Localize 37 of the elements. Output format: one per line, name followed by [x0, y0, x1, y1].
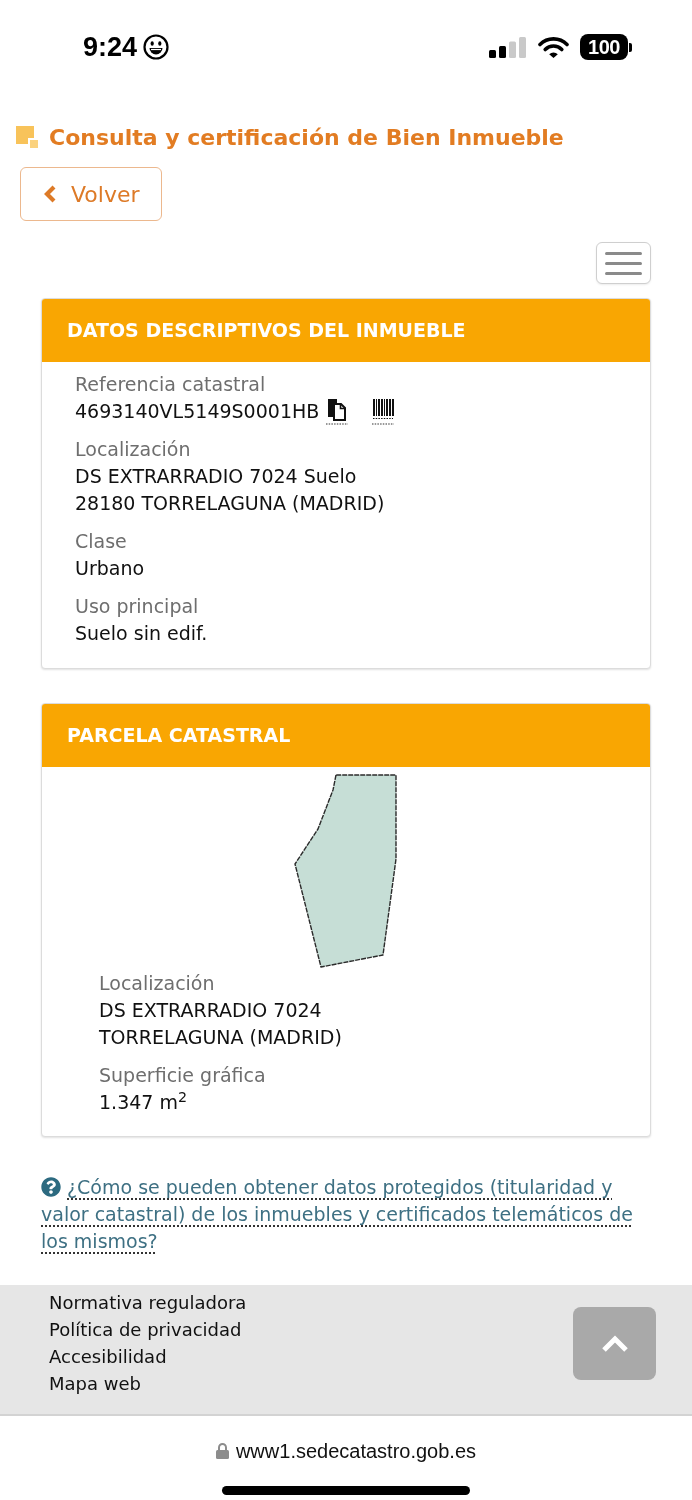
menu-icon — [605, 251, 642, 275]
help-question-icon — [41, 1177, 61, 1197]
field-value: 28180 TORRELAGUNA (MADRID) — [75, 491, 385, 516]
chevron-left-icon — [43, 185, 57, 203]
section-title: PARCELA CATASTRAL — [67, 723, 291, 749]
footer-link[interactable]: Accesibilidad — [49, 1343, 167, 1370]
chevron-up-icon — [600, 1334, 629, 1353]
status-time: 9:24 — [83, 33, 138, 61]
footer-link[interactable]: Política de privacidad — [49, 1316, 242, 1343]
lock-icon — [215, 1443, 229, 1459]
cellular-signal-icon — [489, 36, 527, 58]
field-label: Uso principal — [75, 594, 199, 619]
field-label: Referencia catastral — [75, 372, 266, 397]
battery-indicator: 100 — [580, 34, 632, 60]
menu-button[interactable] — [596, 242, 651, 284]
field-label: Clase — [75, 529, 127, 554]
section-title: DATOS DESCRIPTIVOS DEL INMUEBLE — [67, 318, 466, 344]
field-value: Urbano — [75, 556, 145, 581]
footer-link[interactable]: Mapa web — [49, 1370, 141, 1397]
field-value: 1.347 m$^{2}$ — [99, 1089, 188, 1115]
field-label: Localización — [75, 437, 191, 462]
field-label: Superficie gráfica — [99, 1063, 266, 1088]
field-value: DS EXTRARRADIO 7024 — [99, 998, 322, 1023]
browser-url[interactable]: www1.sedecatastro.gob.es — [235, 1436, 477, 1466]
field-label: Localización — [99, 971, 215, 996]
field-value: TORRELAGUNA (MADRID) — [99, 1025, 342, 1050]
field-value: DS EXTRARRADIO 7024 Suelo — [75, 464, 357, 489]
barcode-icon[interactable] — [372, 398, 395, 425]
wifi-icon — [538, 36, 569, 58]
field-value: 4693140VL5149S0001HB — [75, 399, 320, 424]
squares-logo-icon — [16, 125, 39, 149]
smiley-emoji-icon — [143, 34, 170, 60]
field-value: Suelo sin edif. — [75, 621, 208, 646]
copy-document-icon[interactable] — [326, 398, 349, 425]
page-title: Consulta y certificación de Bien Inmueble — [49, 123, 564, 152]
help-link[interactable]: ¿Cómo se pueden obtener datos protegidos (titularidad y valor catastral) de los inmuebles y certificados telemáticos de los mismos? — [41, 1174, 651, 1255]
footer-link[interactable]: Normativa reguladora — [49, 1289, 247, 1316]
